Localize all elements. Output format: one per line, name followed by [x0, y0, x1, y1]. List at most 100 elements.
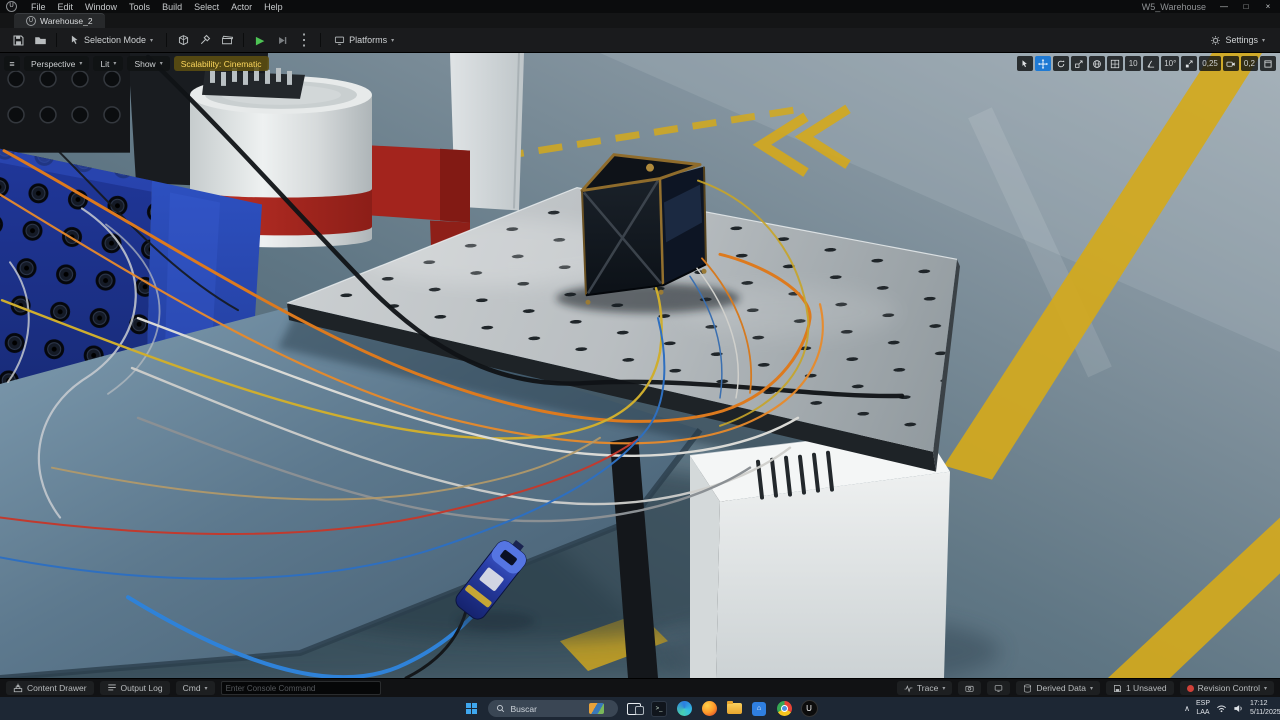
- revision-control-dropdown[interactable]: Revision Control ▾: [1179, 681, 1274, 695]
- grid-icon: [1111, 59, 1120, 68]
- platforms-dropdown[interactable]: Platforms ▾: [327, 31, 401, 49]
- platforms-icon: [335, 36, 345, 45]
- add-actor-button[interactable]: [173, 31, 193, 49]
- console-command-input[interactable]: [220, 681, 381, 695]
- scale-tool-button[interactable]: [1071, 56, 1088, 71]
- main-toolbar: Selection Mode ▾ ▶ ⋮ Platforms ▾ Setting: [0, 28, 1280, 53]
- hidden-icons-button[interactable]: ∧: [1184, 704, 1190, 713]
- scale-snap-toggle[interactable]: [1181, 56, 1198, 71]
- camera-speed-button[interactable]: [1222, 56, 1239, 71]
- scale-icon: [1075, 60, 1083, 68]
- tab-label: Warehouse_2: [40, 16, 93, 26]
- app-store[interactable]: ⌂: [751, 700, 768, 717]
- taskbar-search[interactable]: [487, 700, 618, 717]
- rotation-snap-value[interactable]: 10°: [1161, 56, 1180, 71]
- chevron-down-icon: ▾: [1263, 685, 1267, 692]
- cmd-dropdown[interactable]: Cmd ▾: [175, 681, 215, 695]
- scale-snap-icon: [1186, 60, 1193, 67]
- trace-dropdown[interactable]: Trace ▾: [896, 681, 953, 695]
- app-chrome[interactable]: [776, 700, 793, 717]
- chevron-down-icon: ▾: [942, 685, 946, 692]
- menu-edit[interactable]: Edit: [52, 2, 80, 12]
- maximize-icon: [1264, 59, 1272, 68]
- cursor-icon: [1022, 59, 1028, 67]
- output-log-button[interactable]: Output Log: [99, 681, 170, 695]
- scalability-warning-button[interactable]: Scalability: Cinematic: [173, 56, 269, 71]
- taskbar-clock[interactable]: 17:12 5/11/2025: [1250, 700, 1280, 717]
- level-viewport[interactable]: ≡ Perspective ▾ Lit ▾ Show ▾ Scalability: C…: [0, 53, 1280, 678]
- view-mode-dropdown[interactable]: Lit ▾: [93, 56, 124, 71]
- firefox-icon: [701, 701, 717, 716]
- volume-icon[interactable]: [1233, 703, 1244, 714]
- menu-file[interactable]: File: [25, 2, 52, 12]
- menu-actor[interactable]: Actor: [225, 2, 258, 12]
- unsaved-changes-button[interactable]: 1 Unsaved: [1105, 681, 1174, 695]
- show-flags-dropdown[interactable]: Show ▾: [127, 56, 170, 71]
- play-options-kebab[interactable]: ⋮: [294, 31, 314, 49]
- language-indicator[interactable]: ESP LAA: [1196, 700, 1210, 716]
- menu-build[interactable]: Build: [156, 2, 188, 12]
- search-icon: [496, 704, 504, 713]
- chevron-down-icon: ▾: [391, 37, 395, 44]
- viewport-3d-scene[interactable]: [0, 53, 1280, 678]
- editor-mode-dropdown[interactable]: Selection Mode ▾: [63, 31, 160, 49]
- grid-snap-toggle[interactable]: [1107, 56, 1124, 71]
- maximize-viewport-button[interactable]: [1260, 56, 1276, 71]
- toolbar-divider: [243, 33, 245, 47]
- save-button[interactable]: [8, 31, 28, 49]
- store-icon: ⌂: [752, 701, 766, 716]
- rotate-tool-button[interactable]: [1053, 56, 1070, 71]
- drawer-icon: [13, 683, 23, 693]
- blueprints-button[interactable]: [195, 31, 215, 49]
- app-unreal-engine[interactable]: U: [800, 700, 818, 717]
- app-firefox[interactable]: [701, 700, 718, 717]
- app-edge[interactable]: [676, 700, 693, 717]
- task-view-button[interactable]: [626, 700, 644, 717]
- rotation-snap-toggle[interactable]: [1143, 56, 1160, 71]
- select-tool-button[interactable]: [1017, 56, 1034, 71]
- wifi-icon[interactable]: [1216, 703, 1227, 714]
- content-drawer-button[interactable]: Content Drawer: [6, 681, 94, 695]
- database-icon: [1024, 684, 1032, 692]
- insights-button[interactable]: [987, 681, 1011, 695]
- edge-icon: [676, 701, 692, 716]
- windows-logo-icon: [465, 703, 477, 714]
- menu-tools[interactable]: Tools: [123, 2, 156, 12]
- unreal-editor-window: U File Edit Window Tools Build Select Ac…: [0, 0, 1280, 720]
- screenshot-tool-button[interactable]: [958, 681, 982, 695]
- menu-help[interactable]: Help: [258, 2, 289, 12]
- minimize-button[interactable]: —: [1218, 2, 1230, 11]
- tab-warehouse-2[interactable]: U Warehouse_2: [14, 13, 105, 28]
- menu-window[interactable]: Window: [79, 2, 123, 12]
- camera-mode-dropdown[interactable]: Perspective ▾: [24, 56, 90, 71]
- settings-dropdown[interactable]: Settings ▾: [1203, 31, 1272, 49]
- move-tool-button[interactable]: [1035, 56, 1052, 71]
- editor-status-bar: Content Drawer Output Log Cmd▾ Trace▾ De…: [0, 678, 1280, 697]
- close-button[interactable]: ×: [1262, 2, 1274, 11]
- clock-date: 5/11/2025: [1250, 708, 1280, 716]
- start-button[interactable]: [463, 700, 480, 717]
- rotate-icon: [1057, 59, 1065, 67]
- trace-icon: [904, 684, 913, 692]
- unreal-engine-icon: U: [800, 700, 818, 717]
- app-terminal[interactable]: >_: [651, 700, 668, 717]
- folder-icon: [726, 701, 742, 714]
- scale-snap-value[interactable]: 0,25: [1199, 56, 1221, 71]
- search-input[interactable]: [508, 702, 585, 715]
- derived-data-dropdown[interactable]: Derived Data ▾: [1016, 681, 1100, 695]
- unreal-logo-icon: U: [6, 1, 17, 12]
- app-file-explorer[interactable]: [726, 700, 743, 717]
- chevron-down-icon: ▾: [159, 61, 163, 67]
- maximize-button[interactable]: □: [1240, 2, 1252, 11]
- cinematics-button[interactable]: [217, 31, 237, 49]
- grid-snap-value[interactable]: 10: [1125, 56, 1142, 71]
- clock-time: 17:12: [1250, 700, 1268, 708]
- chrome-icon: [776, 701, 792, 716]
- play-button[interactable]: ▶: [250, 31, 270, 49]
- camera-speed-value[interactable]: 0,2: [1240, 56, 1258, 71]
- world-local-toggle[interactable]: [1089, 56, 1106, 71]
- content-browser-button[interactable]: [30, 31, 50, 49]
- frame-skip-button[interactable]: [272, 31, 292, 49]
- menu-select[interactable]: Select: [188, 2, 225, 12]
- viewport-options-menu[interactable]: ≡: [4, 56, 20, 71]
